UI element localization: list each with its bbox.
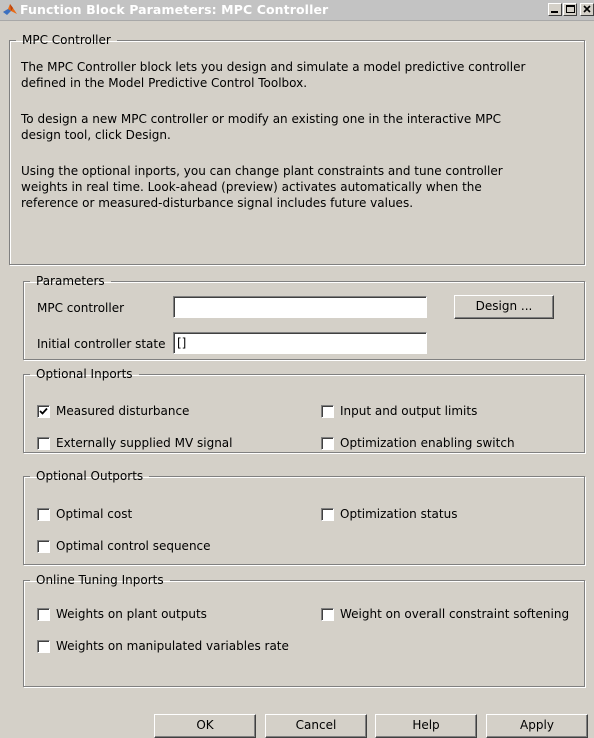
title-bar[interactable]: Function Block Parameters: MPC Controlle… (0, 0, 594, 21)
io-limits-checkbox[interactable]: Input and output limits (321, 404, 477, 418)
parameters-legend: Parameters (36, 274, 105, 288)
description-paragraph-3: Using the optional inports, you can chan… (21, 163, 581, 211)
optional-inports-legend: Optional Inports (36, 367, 133, 381)
checkbox-label: Measured disturbance (56, 404, 190, 418)
description-line: defined in the Model Predictive Control … (21, 76, 308, 90)
matlab-logo-icon (2, 2, 18, 18)
description-legend: MPC Controller (22, 33, 111, 47)
description-line: design tool, click Design. (21, 128, 171, 142)
optimization-status-checkbox[interactable]: Optimization status (321, 507, 457, 521)
checkbox-label: Optimization enabling switch (340, 436, 515, 450)
initial-state-label: Initial controller state (37, 337, 166, 351)
control-sequence-checkbox[interactable]: Optimal control sequence (37, 539, 211, 553)
checkbox-label: Input and output limits (340, 404, 478, 418)
design-button[interactable]: Design ... (454, 295, 554, 319)
checkbox-box[interactable] (37, 507, 50, 521)
minimize-button[interactable] (548, 3, 562, 16)
optimization-switch-checkbox[interactable]: Optimization enabling switch (321, 436, 515, 450)
checkbox-label: Optimization status (340, 507, 458, 521)
external-mv-checkbox[interactable]: Externally supplied MV signal (37, 436, 232, 450)
close-button[interactable] (580, 3, 594, 16)
apply-button[interactable]: Apply (486, 714, 588, 738)
checkbox-box[interactable] (321, 607, 334, 621)
description-line: The MPC Controller block lets you design… (21, 60, 526, 74)
checkbox-box[interactable] (321, 436, 334, 450)
mv-rate-weights-checkbox[interactable]: Weights on manipulated variables rate (37, 639, 289, 653)
checkbox-box[interactable] (37, 404, 50, 418)
description-paragraph-2: To design a new MPC controller or modify… (21, 111, 581, 143)
checkbox-box[interactable] (37, 436, 50, 450)
optimal-cost-checkbox[interactable]: Optimal cost (37, 507, 132, 521)
initial-state-input[interactable] (173, 332, 427, 354)
checkbox-box[interactable] (37, 607, 50, 621)
checkbox-box[interactable] (37, 639, 50, 653)
checkbox-box[interactable] (321, 507, 334, 521)
description-line: Using the optional inports, you can chan… (21, 164, 503, 178)
window-title: Function Block Parameters: MPC Controlle… (20, 2, 329, 17)
ok-button[interactable]: OK (154, 714, 256, 738)
checkbox-label: Weights on plant outputs (56, 607, 207, 621)
mpc-controller-input[interactable] (173, 296, 427, 318)
optional-outports-legend: Optional Outports (36, 469, 144, 483)
plant-output-weights-checkbox[interactable]: Weights on plant outputs (37, 607, 207, 621)
constraint-softening-checkbox[interactable]: Weight on overall constraint softening (321, 607, 569, 621)
checkbox-label: Externally supplied MV signal (56, 436, 233, 450)
checkbox-box[interactable] (37, 539, 50, 553)
description-line: To design a new MPC controller or modify… (21, 112, 502, 126)
online-tuning-legend: Online Tuning Inports (36, 573, 164, 587)
checkbox-label: Optimal cost (56, 507, 133, 521)
mpc-controller-label: MPC controller (37, 301, 125, 315)
maximize-button[interactable] (563, 3, 577, 16)
help-button[interactable]: Help (375, 714, 477, 738)
checkbox-box[interactable] (321, 404, 334, 418)
description-paragraph-1: The MPC Controller block lets you design… (21, 59, 581, 91)
description-line: reference or measured-disturbance signal… (21, 196, 414, 210)
dialog-body: MPC Controller The MPC Controller block … (1, 21, 593, 738)
cancel-button[interactable]: Cancel (265, 714, 367, 738)
online-tuning-group: Online Tuning Inports (23, 573, 585, 687)
checkbox-label: Optimal control sequence (56, 539, 211, 553)
checkbox-label: Weights on manipulated variables rate (56, 639, 289, 653)
checkbox-label: Weight on overall constraint softening (340, 607, 570, 621)
description-line: weights in real time. Look-ahead (previe… (21, 180, 482, 194)
measured-disturbance-checkbox[interactable]: Measured disturbance (37, 404, 189, 418)
